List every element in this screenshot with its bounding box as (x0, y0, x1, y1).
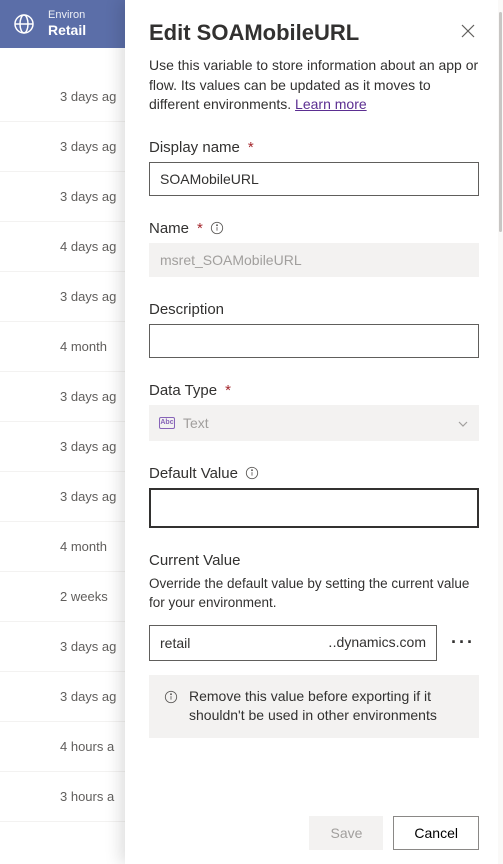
data-type-dropdown: Abc Text (149, 405, 479, 441)
warning-text: Remove this value before exporting if it… (189, 687, 465, 726)
chevron-down-icon (457, 417, 469, 429)
name-input (149, 243, 479, 277)
panel-description: Use this variable to store information a… (149, 56, 479, 115)
learn-more-link[interactable]: Learn more (295, 96, 367, 112)
current-value-label: Current Value (149, 552, 479, 569)
description-input[interactable] (149, 324, 479, 358)
display-name-input[interactable] (149, 162, 479, 196)
edit-variable-panel: Edit SOAMobileURL Use this variable to s… (125, 0, 503, 864)
globe-icon (12, 12, 36, 36)
text-type-icon: Abc (159, 417, 175, 429)
environment-block: Environ Retail (48, 9, 86, 39)
description-label: Description (149, 301, 479, 318)
default-value-input[interactable] (149, 488, 479, 528)
panel-footer: Save Cancel (125, 802, 503, 864)
environment-eyebrow: Environ (48, 9, 86, 22)
close-icon (461, 25, 475, 41)
name-label: Name* (149, 220, 479, 237)
data-type-value: Text (183, 415, 209, 431)
current-value-input[interactable]: retail ․.dynamics.com (149, 625, 437, 661)
panel-title: Edit SOAMobileURL (149, 20, 359, 46)
info-icon (209, 220, 225, 236)
environment-name: Retail (48, 22, 86, 39)
data-type-label: Data Type* (149, 382, 479, 399)
info-icon (244, 465, 260, 481)
scrollbar[interactable] (498, 0, 503, 864)
ellipsis-icon: ··· (451, 632, 475, 652)
close-button[interactable] (457, 20, 479, 45)
current-value-help: Override the default value by setting th… (149, 575, 479, 613)
more-options-button[interactable]: ··· (447, 628, 479, 657)
display-name-label: Display name* (149, 139, 479, 156)
export-warning: Remove this value before exporting if it… (149, 675, 479, 738)
default-value-label: Default Value (149, 465, 479, 482)
save-button[interactable]: Save (309, 816, 383, 850)
cancel-button[interactable]: Cancel (393, 816, 479, 850)
info-icon (163, 689, 179, 705)
